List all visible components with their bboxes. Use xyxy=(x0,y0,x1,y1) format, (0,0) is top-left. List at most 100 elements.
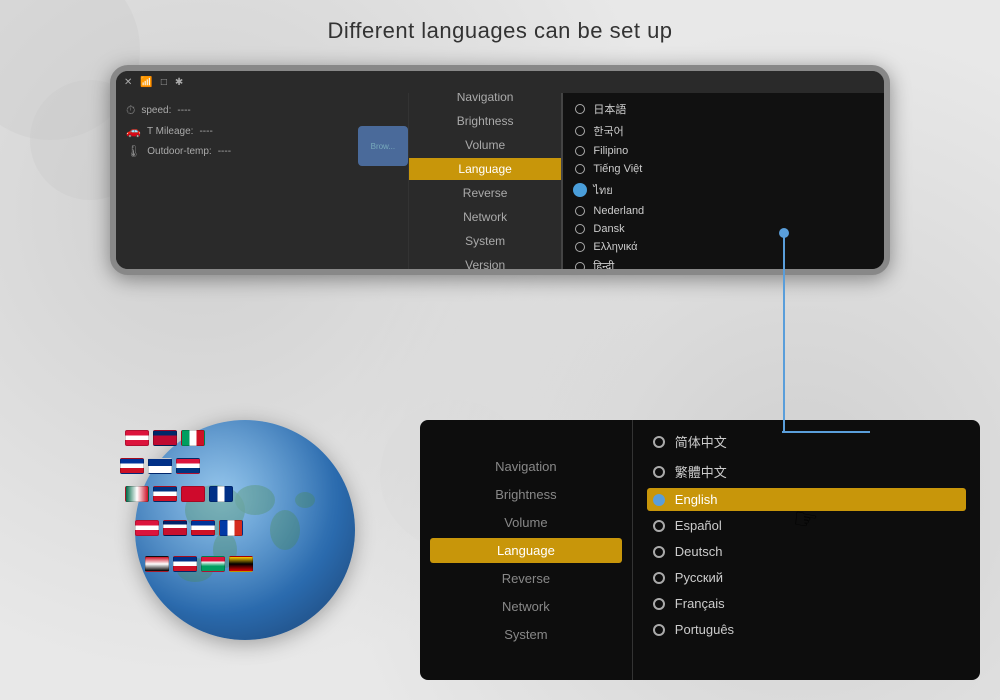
radio-dutch xyxy=(575,206,585,216)
list-item[interactable]: हिन्दी xyxy=(575,257,872,269)
signal-icon: □ xyxy=(161,77,167,88)
list-item[interactable]: Русский xyxy=(647,566,966,589)
connector-dot-top xyxy=(779,228,789,238)
menu-reverse[interactable]: Reverse xyxy=(409,182,562,204)
bottom-language-panel: 简体中文 繁體中文 English Español Deutsch Русски… xyxy=(633,420,980,680)
list-item[interactable]: Dansk xyxy=(575,221,872,237)
speed-icon: ⏱ xyxy=(126,103,135,118)
flag-item xyxy=(145,556,169,572)
list-item[interactable]: Tiếng Việt xyxy=(575,161,872,177)
radio-greek xyxy=(575,242,585,252)
radio-portuguese xyxy=(653,624,665,636)
page-title: Different languages can be set up xyxy=(0,0,1000,44)
list-item[interactable]: Nederland xyxy=(575,203,872,219)
radio-english xyxy=(653,494,665,506)
connector-line-vertical xyxy=(783,232,785,432)
flag-item xyxy=(176,458,200,474)
list-item[interactable]: 한국어 xyxy=(575,121,872,141)
menu-language[interactable]: Language xyxy=(409,158,562,180)
lang-dutch: Nederland xyxy=(593,205,644,217)
wifi-icon: 📶 xyxy=(140,77,152,88)
flag-item xyxy=(163,520,187,536)
flag-item xyxy=(229,556,253,572)
flag-item xyxy=(135,520,159,536)
menu-system[interactable]: System xyxy=(409,230,562,252)
lang-english: English xyxy=(675,492,718,507)
flag-item xyxy=(153,486,177,502)
bottom-menu-panel: Navigation Brightness Volume Language Re… xyxy=(420,420,633,680)
close-icon: ✕ xyxy=(124,77,132,88)
flags-more xyxy=(135,520,245,536)
device-frame: ✕ 📶 □ ✱ ⏱ speed: ---- 🚗 T Mileage: ---- … xyxy=(110,65,890,275)
flag-item xyxy=(125,430,149,446)
bottom-menu-navigation[interactable]: Navigation xyxy=(430,454,622,479)
menu-network[interactable]: Network xyxy=(409,206,562,228)
flag-item xyxy=(173,556,197,572)
lang-simplified-chinese: 简体中文 xyxy=(675,432,727,451)
list-item[interactable]: 日本語 xyxy=(575,99,872,119)
connector-line-horizontal xyxy=(782,431,870,433)
flag-item xyxy=(153,430,177,446)
device-container: ✕ 📶 □ ✱ ⏱ speed: ---- 🚗 T Mileage: ---- … xyxy=(110,65,890,275)
bottom-menu-language[interactable]: Language xyxy=(430,538,622,563)
menu-brightness[interactable]: Brightness xyxy=(409,110,562,132)
globe-wrapper xyxy=(135,420,375,660)
lang-russian: Русский xyxy=(675,570,723,585)
mileage-label: T Mileage: xyxy=(147,126,194,137)
radio-french xyxy=(653,598,665,610)
list-item[interactable]: 繁體中文 xyxy=(647,458,966,485)
flag-item xyxy=(181,430,205,446)
browser-thumbnail[interactable]: Brow... xyxy=(358,126,408,166)
radio-thai xyxy=(575,185,585,195)
speed-row: ⏱ speed: ---- xyxy=(126,103,398,118)
radio-hindi xyxy=(575,262,585,270)
lang-japanese: 日本語 xyxy=(593,101,626,117)
bottom-menu-reverse[interactable]: Reverse xyxy=(430,566,622,591)
radio-german xyxy=(653,546,665,558)
lang-traditional-chinese: 繁體中文 xyxy=(675,462,727,481)
radio-vietnamese xyxy=(575,164,585,174)
lang-hindi: हिन्दी xyxy=(593,259,614,269)
bluetooth-icon: ✱ xyxy=(175,77,183,88)
flag-item xyxy=(120,458,144,474)
lang-french: Français xyxy=(675,596,725,611)
flag-item xyxy=(181,486,205,502)
radio-simplified-chinese xyxy=(653,436,665,448)
status-bar: ✕ 📶 □ ✱ xyxy=(116,71,884,93)
flag-item xyxy=(209,486,233,502)
lang-spanish: Español xyxy=(675,518,722,533)
list-item[interactable]: Deutsch xyxy=(647,540,966,563)
browser-label: Brow... xyxy=(371,142,395,151)
bottom-menu-brightness[interactable]: Brightness xyxy=(430,482,622,507)
menu-volume[interactable]: Volume xyxy=(409,134,562,156)
radio-danish xyxy=(575,224,585,234)
lang-greek: Ελληνικά xyxy=(593,241,637,253)
radio-russian xyxy=(653,572,665,584)
bottom-menu-system[interactable]: System xyxy=(430,622,622,647)
temp-value: ---- xyxy=(218,146,231,157)
temp-label: Outdoor-temp: xyxy=(147,146,211,157)
flags-top-left xyxy=(125,430,207,446)
menu-version[interactable]: Version xyxy=(409,254,562,275)
flag-item xyxy=(148,458,172,474)
list-item[interactable]: Ελληνικά xyxy=(575,239,872,255)
radio-filipino xyxy=(575,146,585,156)
car-icon: 🚗 xyxy=(126,124,141,138)
radio-korean xyxy=(575,126,585,136)
list-item[interactable]: Português xyxy=(647,618,966,641)
lang-filipino: Filipino xyxy=(593,145,628,157)
lang-korean: 한국어 xyxy=(593,123,623,139)
radio-spanish xyxy=(653,520,665,532)
bottom-menu-network[interactable]: Network xyxy=(430,594,622,619)
flag-item xyxy=(219,520,243,536)
device-menu-panel: Navigation Brightness Volume Language Re… xyxy=(408,93,562,269)
list-item[interactable]: ไทย xyxy=(575,179,872,201)
lang-danish: Dansk xyxy=(593,223,624,235)
flag-item xyxy=(125,486,149,502)
list-item[interactable]: Filipino xyxy=(575,143,872,159)
device-left-panel: ⏱ speed: ---- 🚗 T Mileage: ---- 🌡 Outdoo… xyxy=(116,93,408,269)
list-item[interactable]: Français xyxy=(647,592,966,615)
flags-bottom xyxy=(145,556,255,572)
speed-value: ---- xyxy=(177,105,190,116)
bottom-menu-volume[interactable]: Volume xyxy=(430,510,622,535)
